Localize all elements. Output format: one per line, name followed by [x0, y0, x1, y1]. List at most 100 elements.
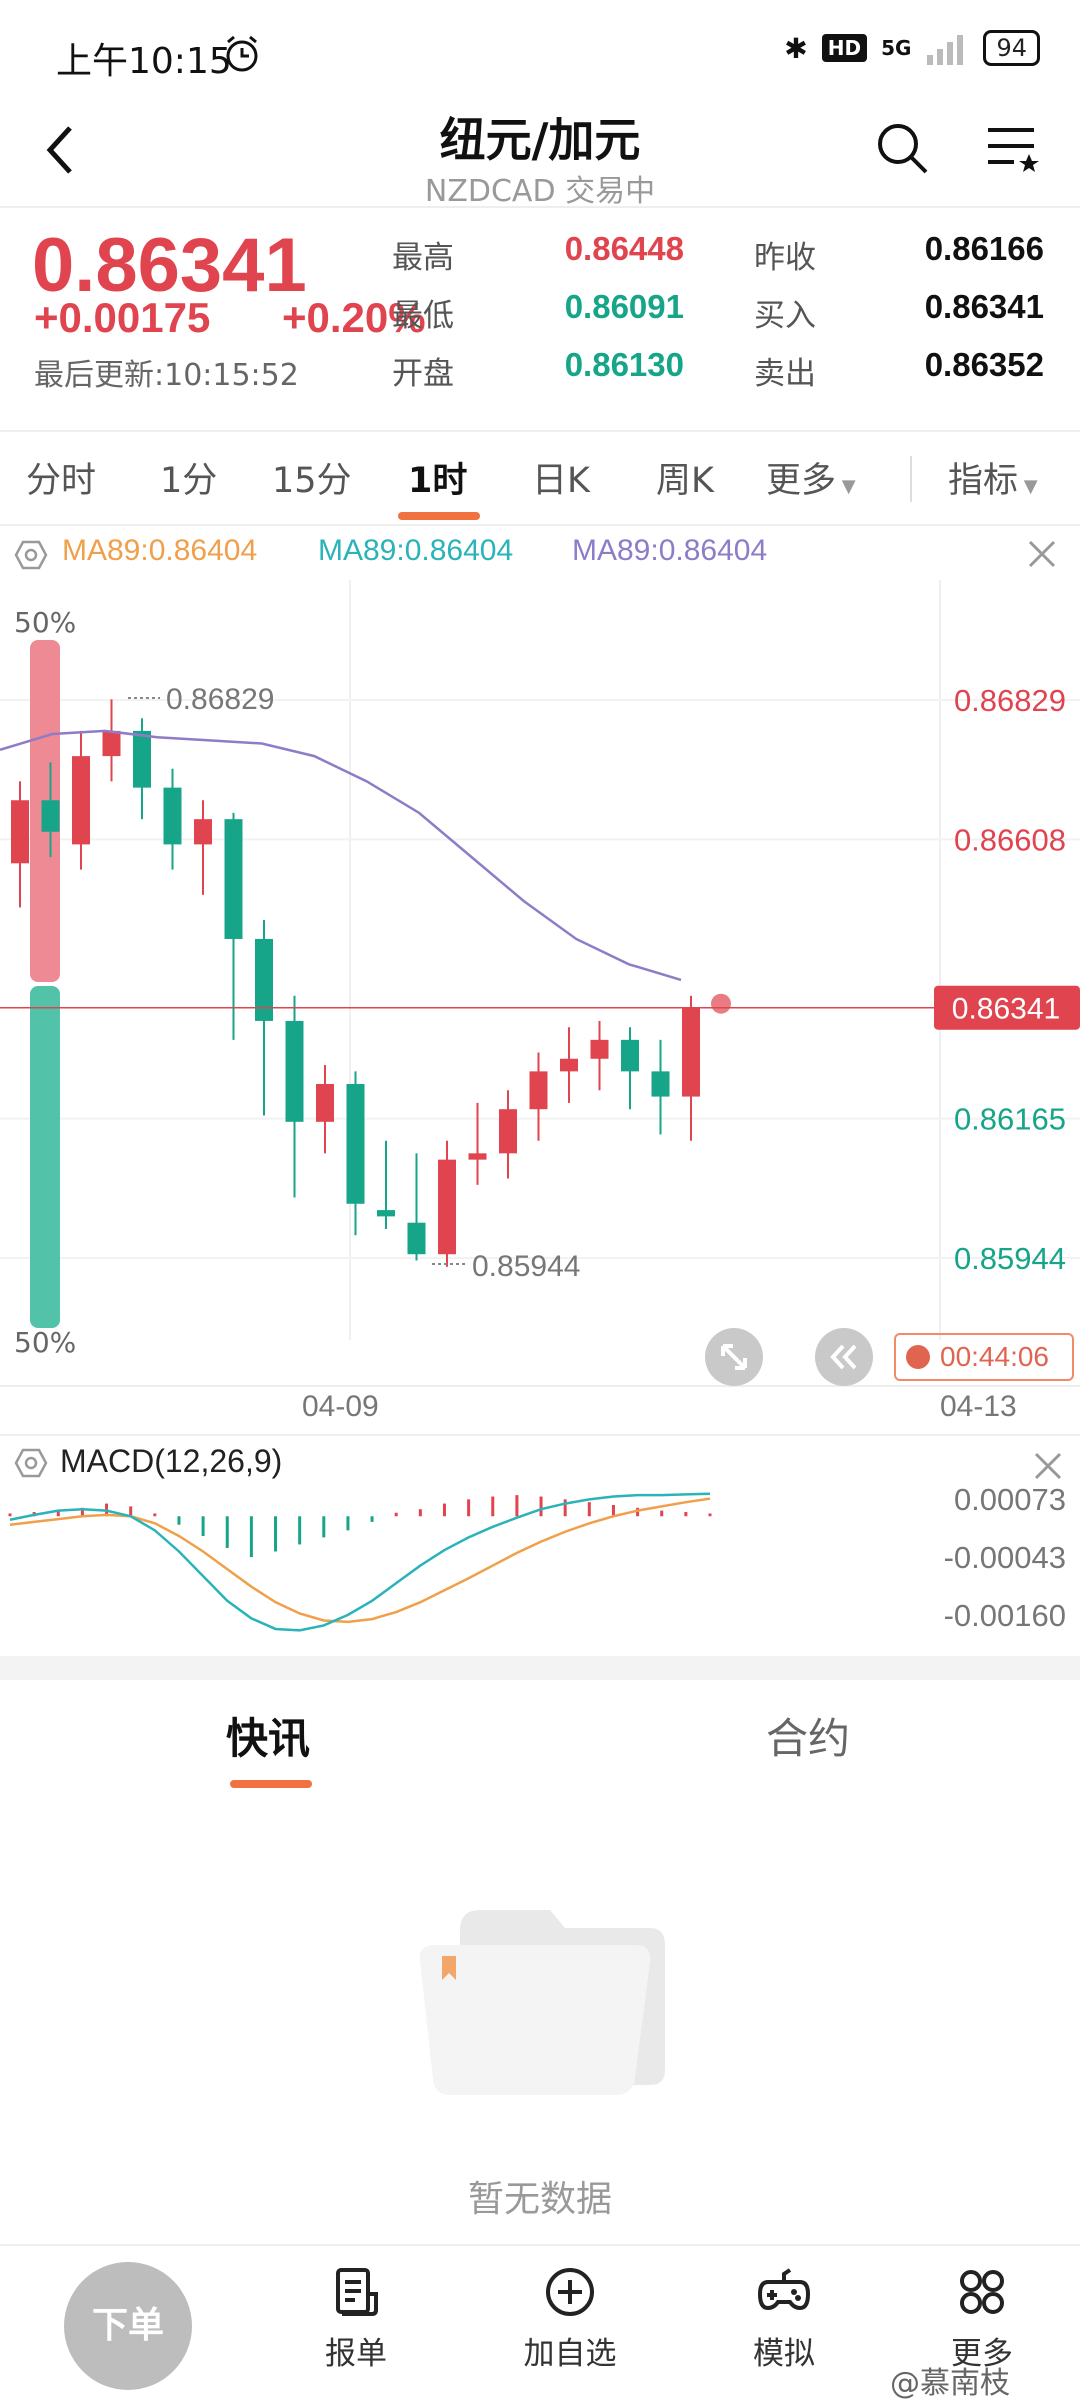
stat-label-prev-close: 昨收 [754, 240, 816, 276]
stat-value-bid: 0.86341 [924, 288, 1044, 325]
countdown-text: 00:44:06 [940, 1341, 1049, 1372]
x-tick-label: 04-13 [940, 1390, 1017, 1423]
add-watchlist-button[interactable]: 加自选 [500, 2264, 640, 2373]
tab-more[interactable]: 更多 ▼ [766, 452, 856, 503]
simulate-label: 模拟 [753, 2336, 815, 2372]
candle-body [499, 1109, 517, 1154]
gamepad-icon [757, 2268, 811, 2311]
divider [0, 206, 1080, 208]
macd-title: MACD(12,26,9) [60, 1443, 283, 1479]
tab-indicators[interactable]: 指标 ▼ [948, 452, 1038, 503]
price-change: +0.00175 [34, 294, 211, 341]
macd-y-tick-label: 0.00073 [954, 1482, 1066, 1517]
candle-body [11, 800, 29, 864]
candle-body [194, 819, 212, 845]
empty-folder-icon [419, 1910, 665, 2095]
header: 纽元/加元 NZDCAD 交易中 [0, 100, 1080, 209]
simulate-button[interactable]: 模拟 [714, 2264, 854, 2373]
low-marker-label: 0.85944 [472, 1250, 580, 1283]
settings-hex-icon[interactable] [14, 1446, 48, 1480]
high-marker-label: 0.86829 [166, 683, 274, 716]
candle-body [590, 1039, 609, 1059]
candle-body [346, 1083, 365, 1204]
stat-label-high: 最高 [392, 240, 454, 276]
ma-line [0, 729, 682, 982]
tab-1min[interactable]: 1分 [160, 452, 217, 503]
macd-y-tick-label: -0.00160 [944, 1598, 1066, 1633]
tab-weekly-k[interactable]: 周K [656, 452, 714, 503]
candle-body [316, 1083, 334, 1122]
tab-1hour[interactable]: 1时 [408, 452, 467, 503]
candle-body [41, 800, 60, 832]
active-tab-underline [230, 1780, 312, 1788]
watermark: @慕南枝 [890, 2366, 1010, 2400]
candle-body [72, 756, 90, 845]
orders-button[interactable]: 报单 [286, 2264, 426, 2373]
candle-body [621, 1039, 639, 1072]
interval-tabs: 分时 1分 15分 1时 日K 周K 更多 ▼ 指标 ▼ [0, 432, 1080, 524]
fullscreen-button[interactable] [705, 1328, 763, 1386]
stat-label-ask: 卖出 [754, 356, 816, 392]
clock-icon [906, 1345, 930, 1369]
stat-label-open: 开盘 [392, 356, 454, 392]
y-tick-label: 0.86829 [954, 683, 1066, 718]
empty-state-text: 暂无数据 [467, 2179, 612, 2220]
sell-ratio-bar [30, 986, 60, 1328]
stat-label-low: 最低 [392, 298, 454, 334]
candle-body [133, 730, 151, 788]
last-updated: 最后更新:10:15:52 [34, 358, 299, 393]
place-order-button[interactable]: 下单 [64, 2262, 192, 2390]
orders-label: 报单 [325, 2336, 387, 2372]
tab-contract[interactable]: 合约 [766, 1705, 850, 1766]
tab-news-flash[interactable]: 快讯 [226, 1705, 310, 1766]
active-tab-underline [398, 512, 480, 520]
candle-body [163, 787, 182, 845]
plus-circle-icon [546, 2268, 594, 2316]
alarm-icon [226, 35, 258, 72]
ma-value-1: MA89:0.86404 [62, 534, 258, 567]
clock-time: 上午10:15 [56, 41, 232, 82]
buy-percent-label: 50% [14, 606, 77, 639]
candle-body [377, 1210, 395, 1217]
document-icon [336, 2268, 378, 2316]
candle-body [407, 1222, 426, 1255]
signal-icon [927, 35, 964, 65]
search-icon[interactable] [874, 120, 930, 176]
y-tick-label: 0.85944 [954, 1241, 1066, 1276]
candle-body [224, 819, 243, 939]
stat-value-prev-close: 0.86166 [924, 230, 1044, 267]
watchlist-menu-icon[interactable] [984, 120, 1042, 176]
expand-icon [721, 1344, 747, 1370]
tab-time-share[interactable]: 分时 [26, 452, 96, 503]
stat-value-high: 0.86448 [564, 230, 684, 267]
macd-dea-line [9, 1497, 711, 1624]
candle-body [560, 1058, 578, 1072]
candle-body [255, 938, 273, 1021]
candle-body [285, 1020, 304, 1122]
section-spacer [0, 1656, 1080, 1680]
stat-value-ask: 0.86352 [924, 346, 1044, 383]
candle-body [438, 1159, 456, 1255]
macd-y-tick-label: -0.00043 [944, 1540, 1066, 1575]
battery-indicator: 94 [983, 30, 1040, 66]
candle-body [651, 1071, 670, 1097]
candle-countdown: 00:44:06 [894, 1333, 1074, 1381]
close-icon[interactable] [1028, 1446, 1068, 1486]
close-icon[interactable] [1022, 534, 1062, 574]
bluetooth-icon: ✱ [784, 31, 808, 65]
dropdown-arrow-icon: ▼ [1018, 476, 1038, 497]
ma-legend: MA89:0.86404 MA89:0.86404 MA89:0.86404 [0, 524, 1080, 580]
tab-15min[interactable]: 15分 [272, 452, 352, 503]
tab-daily-k[interactable]: 日K [532, 452, 590, 503]
candle-body [468, 1153, 487, 1160]
stat-value-low: 0.86091 [564, 288, 684, 325]
candlestick-chart[interactable]: 0.86341 0.86829 0.86608 0.86165 0.85944 0.868… [0, 580, 1080, 1390]
settings-hex-icon[interactable] [14, 538, 48, 572]
dropdown-arrow-icon: ▼ [836, 476, 856, 497]
tab-indicators-label: 指标 [948, 461, 1019, 501]
tab-separator [910, 456, 912, 502]
scroll-latest-button[interactable] [815, 1328, 873, 1386]
grid-icon [960, 2270, 1004, 2314]
more-button[interactable]: 更多 [912, 2264, 1052, 2373]
tab-more-label: 更多 [766, 461, 837, 501]
